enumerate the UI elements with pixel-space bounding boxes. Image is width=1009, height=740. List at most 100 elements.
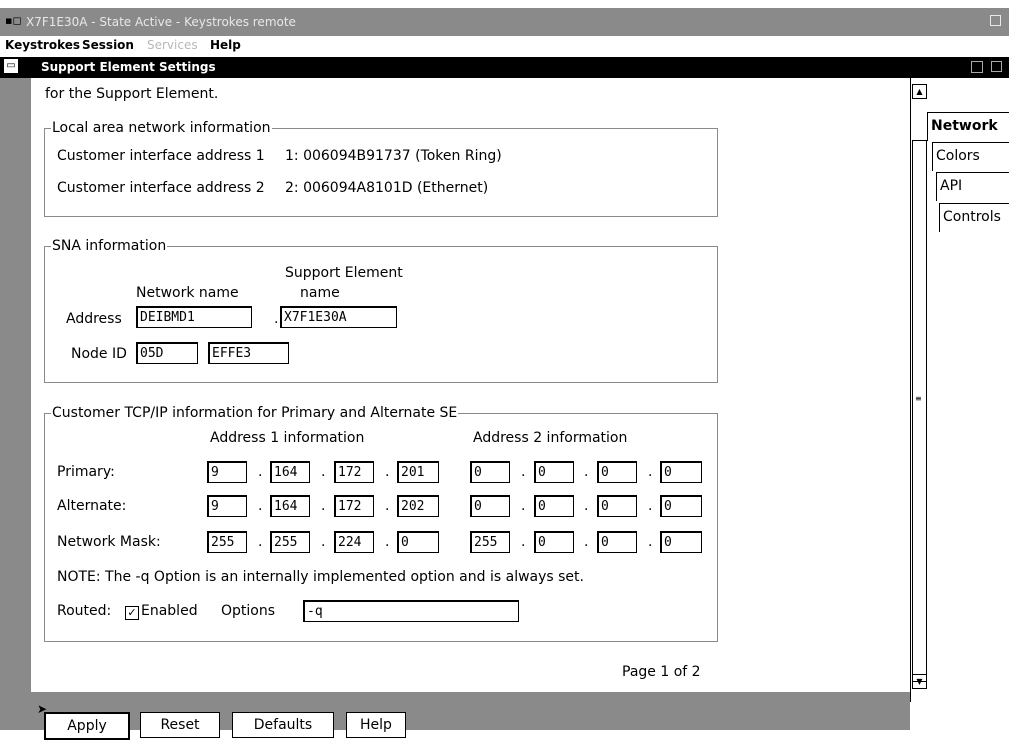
octet-dot: .: [521, 464, 526, 480]
scroll-grip-icon: ≡: [915, 394, 922, 403]
alternate-addr2-octet1[interactable]: 0: [470, 495, 510, 517]
sna-se-name-header-1: Support Element: [285, 265, 403, 281]
octet-dot: .: [521, 534, 526, 550]
defaults-button[interactable]: Defaults: [232, 712, 334, 738]
primary-addr1-octet1[interactable]: 9: [207, 461, 247, 483]
sna-legend: SNA information: [52, 238, 167, 254]
lan-group: Local area network information: [44, 120, 718, 217]
tcpip-row-label: Alternate:: [57, 498, 127, 514]
octet-dot: .: [321, 464, 326, 480]
octet-dot: .: [321, 534, 326, 550]
enabled-checkbox[interactable]: ✓ Enabled: [125, 603, 198, 620]
left-frame: [0, 78, 31, 730]
sna-address-separator: .: [274, 311, 279, 327]
menu-keystrokes[interactable]: Keystrokes: [5, 38, 80, 52]
window-maximize-button[interactable]: [990, 15, 1001, 26]
alternate-addr1-octet3[interactable]: 172: [334, 495, 374, 517]
sna-node-id-input-2[interactable]: EFFE3: [208, 342, 289, 364]
sna-node-id-label: Node ID: [71, 346, 127, 362]
routed-label: Routed:: [57, 603, 112, 619]
octet-dot: .: [385, 464, 390, 480]
octet-dot: .: [648, 534, 653, 550]
dialog-minimize-button[interactable]: [971, 61, 983, 73]
sna-network-name-input[interactable]: DEIBMD1: [136, 306, 252, 328]
menu-session[interactable]: Session: [82, 38, 134, 52]
mask-addr1-octet3[interactable]: 224: [334, 531, 374, 553]
lan-row2-value: 2: 006094A8101D (Ethernet): [285, 180, 489, 196]
mask-addr2-octet2[interactable]: 0: [534, 531, 574, 553]
tcpip-row-label: Primary:: [57, 464, 115, 480]
tcpip-legend: Customer TCP/IP information for Primary …: [52, 405, 458, 421]
primary-addr2-octet4[interactable]: 0: [660, 461, 702, 483]
dialog-maximize-button[interactable]: [991, 61, 1002, 72]
dialog-content: for the Support Element. Local area netw…: [31, 78, 910, 692]
tcpip-note: NOTE: The -q Option is an internally imp…: [57, 569, 584, 585]
sna-se-name-header-2: name: [300, 285, 340, 301]
alternate-addr1-octet2[interactable]: 164: [270, 495, 310, 517]
mask-addr2-octet4[interactable]: 0: [660, 531, 702, 553]
tab-controls[interactable]: Controls: [939, 203, 1009, 232]
window-system-menu-icon[interactable]: ▪◻: [5, 14, 22, 28]
scroll-slider[interactable]: [912, 140, 927, 682]
octet-dot: .: [385, 534, 390, 550]
lan-row1-label: Customer interface address 1: [57, 148, 265, 164]
scroll-down-icon[interactable]: ▼: [912, 674, 927, 689]
scroll-up-icon[interactable]: ▲: [912, 84, 927, 99]
mask-addr2-octet3[interactable]: 0: [597, 531, 637, 553]
dialog-title: Support Element Settings: [41, 60, 216, 74]
mask-addr1-octet1[interactable]: 255: [207, 531, 247, 553]
alternate-addr2-octet3[interactable]: 0: [597, 495, 637, 517]
octet-dot: .: [258, 464, 263, 480]
tcpip-row-label: Network Mask:: [57, 534, 161, 550]
tcpip-addr2-header: Address 2 information: [473, 430, 628, 446]
sna-node-id-input-1[interactable]: 05D: [136, 342, 198, 364]
lan-row2-label: Customer interface address 2: [57, 180, 265, 196]
reset-button[interactable]: Reset: [140, 712, 220, 738]
sna-address-label: Address: [66, 311, 122, 327]
mask-addr2-octet1[interactable]: 255: [470, 531, 510, 553]
primary-addr2-octet2[interactable]: 0: [534, 461, 574, 483]
options-input[interactable]: -q: [303, 600, 519, 622]
octet-dot: .: [584, 534, 589, 550]
options-label: Options: [221, 603, 276, 619]
primary-addr2-octet1[interactable]: 0: [470, 461, 510, 483]
lan-legend: Local area network information: [52, 120, 271, 136]
octet-dot: .: [584, 464, 589, 480]
tab-network[interactable]: Network: [927, 112, 1009, 141]
apply-button[interactable]: Apply: [44, 712, 130, 740]
alternate-addr2-octet4[interactable]: 0: [660, 495, 702, 517]
mask-addr1-octet4[interactable]: 0: [397, 531, 439, 553]
octet-dot: .: [258, 498, 263, 514]
mask-addr1-octet2[interactable]: 255: [270, 531, 310, 553]
alternate-addr1-octet4[interactable]: 202: [397, 495, 439, 517]
primary-addr1-octet2[interactable]: 164: [270, 461, 310, 483]
tab-colors[interactable]: Colors: [932, 142, 1009, 171]
primary-addr2-octet3[interactable]: 0: [597, 461, 637, 483]
menu-services: Services: [147, 38, 198, 52]
primary-addr1-octet3[interactable]: 172: [334, 461, 374, 483]
octet-dot: .: [385, 498, 390, 514]
sna-se-name-input[interactable]: X7F1E30A: [280, 306, 397, 328]
alternate-addr1-octet1[interactable]: 9: [207, 495, 247, 517]
dialog-system-menu-icon[interactable]: ▭: [4, 59, 18, 73]
tcpip-addr1-header: Address 1 information: [210, 430, 365, 446]
octet-dot: .: [584, 498, 589, 514]
octet-dot: .: [648, 464, 653, 480]
primary-addr1-octet4[interactable]: 201: [397, 461, 439, 483]
octet-dot: .: [648, 498, 653, 514]
tab-api[interactable]: API: [936, 172, 1009, 201]
enabled-label: Enabled: [141, 603, 198, 619]
notebook-tabs: Network Colors API Controls: [927, 78, 1009, 730]
octet-dot: .: [321, 498, 326, 514]
window-titlebar: ▪◻ X7F1E30A - State Active - Keystrokes …: [0, 8, 1009, 36]
help-button[interactable]: Help: [346, 712, 406, 738]
lan-row1-value: 1: 006094B91737 (Token Ring): [285, 148, 502, 164]
dialog-titlebar: ▭ Support Element Settings: [0, 57, 1009, 78]
vertical-scrollbar[interactable]: ▲ ≡ ▼: [910, 78, 928, 702]
alternate-addr2-octet2[interactable]: 0: [534, 495, 574, 517]
window-title: X7F1E30A - State Active - Keystrokes rem…: [26, 15, 296, 29]
menubar: Keystrokes Session Services Help: [0, 37, 1009, 55]
menu-help[interactable]: Help: [210, 38, 241, 52]
page-indicator: Page 1 of 2: [622, 664, 701, 680]
checkmark-icon[interactable]: ✓: [125, 606, 139, 620]
